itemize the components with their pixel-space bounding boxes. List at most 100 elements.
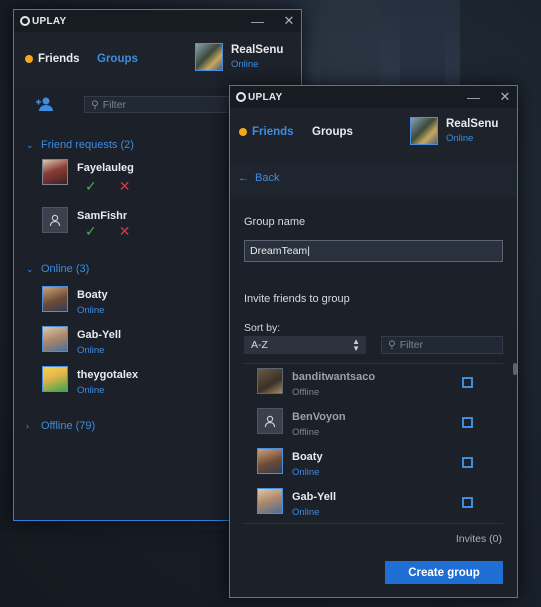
tab-friends[interactable]: Friends bbox=[25, 53, 80, 65]
logo-text: UPLAY bbox=[32, 15, 67, 27]
profile-status: Online bbox=[231, 59, 259, 70]
close-button[interactable]: ✕ bbox=[283, 13, 295, 29]
filter-placeholder: Filter bbox=[399, 339, 424, 351]
invite-list-item[interactable]: Boaty Online bbox=[257, 448, 323, 478]
friend-status: Offline bbox=[292, 387, 320, 398]
avatar bbox=[410, 117, 438, 145]
avatar bbox=[42, 326, 68, 352]
sort-label: Sort by: bbox=[244, 322, 281, 334]
friend-name: Gab-Yell bbox=[77, 329, 122, 341]
tab-groups-label: Groups bbox=[312, 126, 353, 138]
friend-item[interactable]: theygotalex Online bbox=[42, 366, 138, 396]
close-button[interactable]: ✕ bbox=[499, 89, 511, 105]
create-group-label: Create group bbox=[408, 566, 480, 579]
section-label: Offline (79) bbox=[41, 420, 96, 432]
decline-request-button[interactable]: ✕ bbox=[119, 223, 131, 240]
invite-checkbox[interactable] bbox=[462, 377, 473, 388]
group-name-value: DreamTeam bbox=[250, 245, 308, 257]
search-icon: ⚲ bbox=[388, 339, 396, 351]
section-label: Friend requests (2) bbox=[41, 139, 134, 151]
create-group-window: UPLAY — ✕ Friends Groups RealSenu Online… bbox=[229, 85, 518, 598]
section-offline[interactable]: › Offline (79) bbox=[26, 420, 95, 432]
group-name-label: Group name bbox=[244, 216, 306, 228]
back-label: Back bbox=[255, 172, 280, 184]
friends-filter-input[interactable]: ⚲ Filter bbox=[84, 96, 234, 113]
section-friend-requests[interactable]: ⌄ Friend requests (2) bbox=[26, 139, 134, 151]
uplay-logo-icon bbox=[236, 92, 246, 102]
friend-name: Boaty bbox=[77, 289, 108, 301]
scrollbar-thumb[interactable] bbox=[513, 363, 517, 375]
avatar bbox=[257, 488, 283, 514]
chevron-down-icon: ⌄ bbox=[26, 263, 34, 274]
friend-name: Fayelauleg bbox=[77, 162, 134, 174]
user-placeholder-icon bbox=[49, 214, 61, 227]
avatar bbox=[42, 366, 68, 392]
profile[interactable]: RealSenu Online bbox=[410, 117, 498, 145]
user-placeholder-icon bbox=[264, 415, 276, 428]
friend-name: theygotalex bbox=[77, 369, 139, 381]
status-dot-icon bbox=[25, 55, 33, 63]
decline-request-button[interactable]: ✕ bbox=[119, 178, 131, 195]
avatar bbox=[42, 286, 68, 312]
invite-filter-input[interactable]: ⚲ Filter bbox=[381, 336, 503, 354]
friend-name: banditwantsaco bbox=[292, 371, 376, 383]
profile-name: RealSenu bbox=[446, 118, 499, 130]
chevron-right-icon: › bbox=[26, 421, 29, 431]
invite-list-item[interactable]: BenVoyon Offline bbox=[257, 408, 346, 438]
profile[interactable]: RealSenu Online bbox=[195, 43, 283, 71]
friend-name: Gab-Yell bbox=[292, 491, 337, 503]
arrow-left-icon: ← bbox=[238, 172, 249, 184]
back-button[interactable]: ← Back bbox=[238, 172, 279, 184]
tab-groups[interactable]: Groups bbox=[312, 126, 353, 138]
sort-select[interactable]: A-Z ▲ ▼ bbox=[244, 336, 366, 354]
invite-list-item[interactable]: banditwantsaco Offline bbox=[257, 368, 375, 398]
title-bar: UPLAY — ✕ bbox=[14, 10, 301, 32]
avatar bbox=[257, 368, 283, 394]
friend-name: Boaty bbox=[292, 451, 323, 463]
avatar bbox=[257, 448, 283, 474]
tab-friends[interactable]: Friends bbox=[239, 126, 294, 138]
friend-status: Online bbox=[77, 305, 105, 316]
tab-groups-label: Groups bbox=[97, 53, 138, 65]
status-dot-icon bbox=[239, 128, 247, 136]
title-bar: UPLAY — ✕ bbox=[230, 86, 517, 108]
profile-status: Online bbox=[446, 133, 474, 144]
logo-text: UPLAY bbox=[248, 91, 283, 103]
tab-friends-label: Friends bbox=[252, 126, 294, 138]
group-name-input[interactable]: DreamTeam | bbox=[244, 240, 503, 262]
invite-checkbox[interactable] bbox=[462, 417, 473, 428]
invite-checkbox[interactable] bbox=[462, 497, 473, 508]
friend-item[interactable]: Boaty Online bbox=[42, 286, 108, 316]
friend-status: Online bbox=[292, 467, 320, 478]
tab-friends-label: Friends bbox=[38, 53, 80, 65]
invites-count: Invites (0) bbox=[455, 533, 502, 545]
invite-label: Invite friends to group bbox=[244, 293, 350, 305]
friend-name: BenVoyon bbox=[292, 411, 346, 423]
add-friend-icon[interactable] bbox=[35, 96, 53, 112]
tabs-bar: Friends Groups RealSenu Online bbox=[230, 108, 517, 164]
section-label: Online (3) bbox=[41, 263, 90, 275]
avatar bbox=[42, 207, 68, 233]
friend-item[interactable]: Gab-Yell Online bbox=[42, 326, 121, 356]
section-online[interactable]: ⌄ Online (3) bbox=[26, 263, 89, 275]
avatar bbox=[257, 408, 283, 434]
friend-status: Online bbox=[292, 507, 320, 518]
uplay-logo-icon bbox=[20, 16, 30, 26]
avatar bbox=[42, 159, 68, 185]
accept-request-button[interactable]: ✓ bbox=[85, 178, 97, 195]
filter-placeholder: Filter bbox=[102, 98, 127, 111]
create-group-button[interactable]: Create group bbox=[385, 561, 503, 584]
minimize-button[interactable]: — bbox=[251, 14, 264, 29]
friend-status: Online bbox=[77, 345, 105, 356]
sort-arrows-icon: ▲ ▼ bbox=[352, 337, 360, 353]
friend-status: Offline bbox=[292, 427, 320, 438]
accept-request-button[interactable]: ✓ bbox=[85, 223, 97, 240]
chevron-down-icon: ⌄ bbox=[26, 139, 34, 150]
invite-checkbox[interactable] bbox=[462, 457, 473, 468]
sort-value: A-Z bbox=[251, 339, 268, 351]
tab-groups[interactable]: Groups bbox=[97, 53, 138, 65]
minimize-button[interactable]: — bbox=[467, 90, 480, 105]
search-icon: ⚲ bbox=[91, 98, 99, 111]
invite-list-item[interactable]: Gab-Yell Online bbox=[257, 488, 336, 518]
tabs-bar: Friends Groups RealSenu Online bbox=[14, 32, 301, 88]
